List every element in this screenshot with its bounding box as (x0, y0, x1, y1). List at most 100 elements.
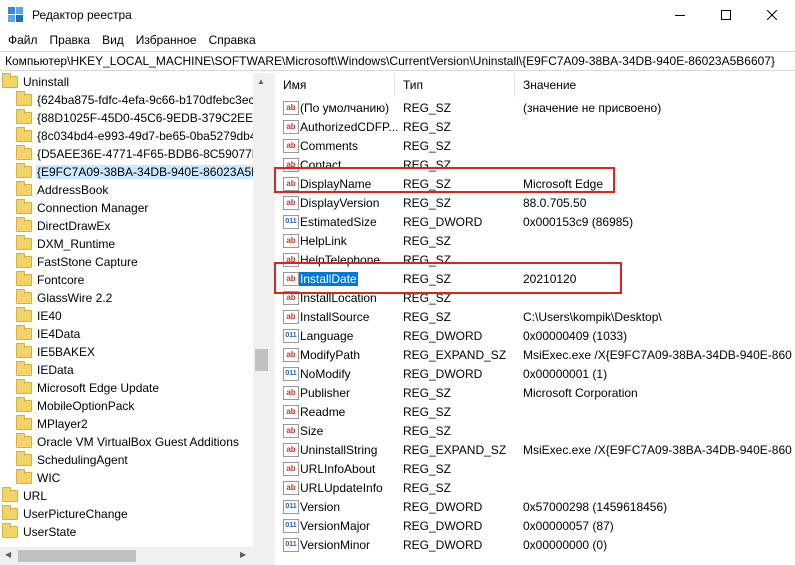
tree-item[interactable]: UserState (2, 523, 77, 541)
value-row[interactable]: ab InstallSource REG_SZ C:\Users\kompik\Des… (275, 307, 795, 326)
tree-item[interactable]: Oracle VM VirtualBox Guest Additions (16, 433, 240, 451)
tree-item[interactable]: {88D1025F-45D0-45C6-9EDB-379C2EE07A (16, 109, 270, 127)
value-data: C:\Users\kompik\Desktop\ (523, 309, 662, 324)
tree-item[interactable]: IE4Data (16, 325, 81, 343)
value-row[interactable]: ab UninstallString REG_EXPAND_SZ MsiExec.ex… (275, 440, 795, 459)
tree-item[interactable]: AddressBook (16, 181, 109, 199)
value-row[interactable]: 011 Language REG_DWORD 0x00000409 (1033) (275, 326, 795, 345)
close-icon[interactable] (749, 0, 795, 30)
value-row[interactable]: ab Size REG_SZ (275, 421, 795, 440)
value-data: 0x00000409 (1033) (523, 328, 628, 343)
scroll-up-icon[interactable]: ▲ (257, 77, 265, 86)
string-value-icon: ab (283, 195, 299, 210)
string-value-icon: ab (283, 138, 299, 153)
folder-icon (16, 253, 32, 268)
tree-item[interactable]: {E9FC7A09-38BA-34DB-940E-86023A5B66 (16, 163, 270, 181)
tree-item[interactable]: WIC (16, 469, 61, 487)
tree-item[interactable]: Uninstall (2, 73, 70, 91)
tree-item[interactable]: MPlayer2 (16, 415, 89, 433)
value-data: MsiExec.exe /X{E9FC7A09-38BA-34DB-940E-8… (523, 347, 792, 362)
value-type: REG_SZ (403, 461, 452, 476)
value-row[interactable]: 011 EstimatedSize REG_DWORD 0x000153c9 (869… (275, 212, 795, 231)
tree-item-label: {624ba875-fdfc-4efa-9c66-b170dfebc3ec} (37, 93, 259, 107)
value-data: 0x00000000 (0) (523, 537, 608, 552)
address-bar[interactable]: Компьютер\HKEY_LOCAL_MACHINE\SOFTWARE\Mi… (0, 51, 795, 71)
column-header-data[interactable]: Значение (515, 73, 795, 97)
column-header-name[interactable]: Имя (275, 73, 395, 97)
tree-item-label: {88D1025F-45D0-45C6-9EDB-379C2EE07A (37, 111, 270, 125)
tree-scroll-thumb[interactable] (255, 349, 268, 371)
dword-value-icon: 011 (283, 214, 299, 229)
tree-item[interactable]: Connection Manager (16, 199, 149, 217)
menu-favorites[interactable]: Избранное (130, 30, 203, 50)
menu-file[interactable]: Файл (2, 30, 44, 50)
tree-item[interactable]: FastStone Capture (16, 253, 139, 271)
tree-item[interactable]: SchedulingAgent (16, 451, 129, 469)
column-header-type[interactable]: Тип (395, 73, 515, 97)
value-row[interactable]: 011 VersionMinor REG_DWORD 0x00000000 (0) (275, 535, 795, 554)
value-row[interactable]: ab Publisher REG_SZ Microsoft Corporation (275, 383, 795, 402)
value-name: UninstallString (300, 442, 378, 457)
tree-item[interactable]: IE40 (16, 307, 63, 325)
value-type: REG_SZ (403, 100, 452, 115)
folder-icon (16, 343, 32, 358)
value-type: REG_SZ (403, 195, 452, 210)
value-row[interactable]: ab DisplayVersion REG_SZ 88.0.705.50 (275, 193, 795, 212)
value-type: REG_SZ (403, 480, 452, 495)
tree-vertical-scrollbar[interactable]: ▲ (253, 73, 270, 551)
tree-item-label: MPlayer2 (37, 417, 88, 431)
tree-item[interactable]: Microsoft Edge Update (16, 379, 160, 397)
value-row[interactable]: 011 VersionMajor REG_DWORD 0x00000057 (87) (275, 516, 795, 535)
tree-item[interactable]: Fontcore (16, 271, 85, 289)
value-name: DisplayVersion (300, 195, 380, 210)
tree-item[interactable]: DirectDrawEx (16, 217, 111, 235)
tree-item[interactable]: IEData (16, 361, 75, 379)
tree-item[interactable]: UserPictureChange (2, 505, 129, 523)
string-value-icon: ab (283, 404, 299, 419)
tree-item[interactable]: {D5AEE36E-4771-4F65-BDB6-8C59077BFB (16, 145, 270, 163)
folder-icon (16, 379, 32, 394)
value-row[interactable]: ab Readme REG_SZ (275, 402, 795, 421)
value-type: REG_DWORD (403, 537, 483, 552)
tree-item[interactable]: {8c034bd4-e993-49d7-be65-0ba5279db4e (16, 127, 264, 145)
value-row[interactable]: ab URLUpdateInfo REG_SZ (275, 478, 795, 497)
value-row[interactable]: 011 Version REG_DWORD 0x57000298 (145961845… (275, 497, 795, 516)
tree-item[interactable]: MobileOptionPack (16, 397, 135, 415)
tree-item[interactable]: URL (2, 487, 48, 505)
tree-item-label: Fontcore (37, 273, 85, 287)
value-name: AuthorizedCDFP... (300, 119, 399, 134)
value-row[interactable]: ab URLInfoAbout REG_SZ (275, 459, 795, 478)
value-name: HelpLink (300, 233, 347, 248)
tree-item[interactable]: GlassWire 2.2 (16, 289, 113, 307)
value-name: Comments (300, 138, 359, 153)
menu-view[interactable]: Вид (96, 30, 130, 50)
tree-hscroll-thumb[interactable] (18, 550, 136, 562)
value-row[interactable]: ab Comments REG_SZ (275, 136, 795, 155)
tree-item-label: DirectDrawEx (37, 219, 111, 233)
minimize-icon[interactable] (657, 0, 703, 30)
menu-help[interactable]: Справка (203, 30, 262, 50)
annotation-highlight-box (274, 167, 615, 193)
tree-item[interactable]: IE5BAKEX (16, 343, 96, 361)
folder-icon (16, 235, 32, 250)
value-name: VersionMajor (300, 518, 371, 533)
maximize-icon[interactable] (703, 0, 749, 30)
value-name: Readme (300, 404, 346, 419)
tree-item[interactable]: DXM_Runtime (16, 235, 116, 253)
value-name: (По умолчанию) (300, 100, 390, 115)
value-row[interactable]: ab AuthorizedCDFP... REG_SZ (275, 117, 795, 136)
value-row[interactable]: 011 NoModify REG_DWORD 0x00000001 (1) (275, 364, 795, 383)
tree-item-label: {D5AEE36E-4771-4F65-BDB6-8C59077BFB (37, 147, 270, 161)
tree-item[interactable]: {624ba875-fdfc-4efa-9c66-b170dfebc3ec} (16, 91, 260, 109)
folder-icon (16, 181, 32, 196)
value-type: REG_SZ (403, 385, 452, 400)
scroll-left-icon[interactable]: ◀ (5, 550, 11, 559)
value-name: Language (300, 328, 354, 343)
tree-item-label: IE5BAKEX (37, 345, 96, 359)
value-row[interactable]: ab (По умолчанию) REG_SZ (значение не присв… (275, 98, 795, 117)
tree-horizontal-scrollbar[interactable]: ◀ ▶ (0, 547, 270, 565)
scroll-right-icon[interactable]: ▶ (240, 550, 246, 559)
value-row[interactable]: ab HelpLink REG_SZ (275, 231, 795, 250)
menu-edit[interactable]: Правка (44, 30, 97, 50)
value-row[interactable]: ab ModifyPath REG_EXPAND_SZ MsiExec.exe /X{… (275, 345, 795, 364)
